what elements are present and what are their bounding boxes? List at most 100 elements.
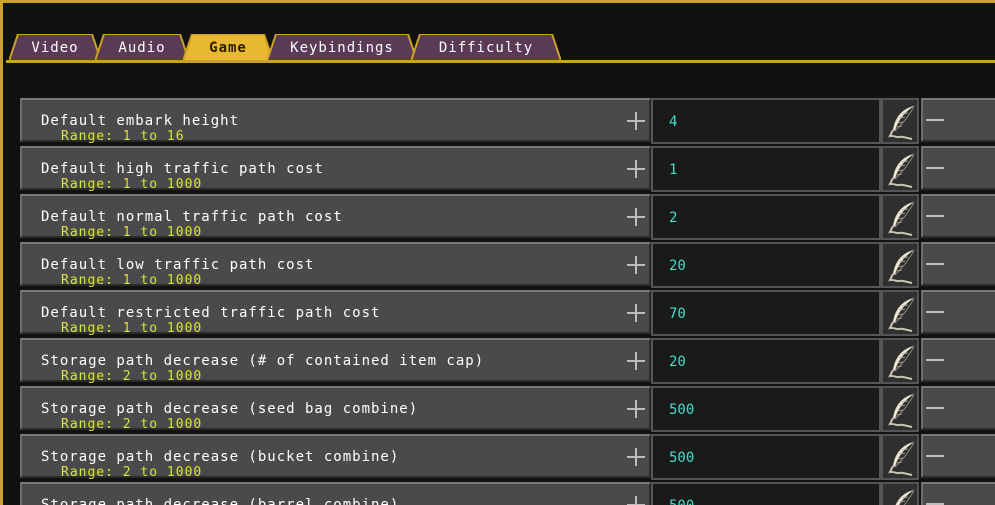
tab-label: Difficulty xyxy=(438,40,534,56)
setting-name: Storage path decrease (barrel combine) xyxy=(41,497,400,505)
setting-value: 70 xyxy=(669,306,686,322)
plus-icon[interactable] xyxy=(625,206,647,228)
plus-icon[interactable] xyxy=(625,254,647,276)
minus-icon[interactable] xyxy=(921,338,995,382)
settings-window: Video Audio Game Keybindings Difficulty xyxy=(0,0,995,505)
setting-value-field[interactable]: 4 xyxy=(651,98,881,144)
setting-value: 20 xyxy=(669,354,686,370)
edit-button[interactable] xyxy=(881,146,919,192)
setting-row: Default high traffic path cost Range: 1 … xyxy=(20,146,995,192)
setting-row: Storage path decrease (# of contained it… xyxy=(20,338,995,384)
setting-label-panel: Default normal traffic path cost Range: … xyxy=(20,194,651,240)
tab-label: Audio xyxy=(118,40,166,56)
setting-row: Storage path decrease (seed bag combine)… xyxy=(20,386,995,432)
setting-value-field[interactable]: 70 xyxy=(651,290,881,336)
setting-value: 2 xyxy=(669,210,678,226)
minus-icon[interactable] xyxy=(921,242,995,286)
setting-range: Range: 2 to 1000 xyxy=(61,369,203,384)
setting-value-field[interactable]: 20 xyxy=(651,242,881,288)
tab-keybindings[interactable]: Keybindings xyxy=(267,34,417,61)
setting-range: Range: 2 to 1000 xyxy=(61,465,203,480)
plus-icon[interactable] xyxy=(625,446,647,468)
setting-label-panel: Storage path decrease (bucket combine) R… xyxy=(20,434,651,480)
plus-icon[interactable] xyxy=(625,302,647,324)
setting-value-field[interactable]: 500 xyxy=(651,482,881,505)
plus-icon[interactable] xyxy=(625,110,647,132)
setting-label-panel: Default low traffic path cost Range: 1 t… xyxy=(20,242,651,288)
setting-range: Range: 1 to 1000 xyxy=(61,177,203,192)
plus-icon[interactable] xyxy=(625,398,647,420)
edit-button[interactable] xyxy=(881,98,919,144)
setting-label-panel: Default embark height Range: 1 to 16 xyxy=(20,98,651,144)
setting-name: Default high traffic path cost xyxy=(41,161,324,177)
setting-name: Storage path decrease (bucket combine) xyxy=(41,449,400,465)
tab-bar: Video Audio Game Keybindings Difficulty xyxy=(9,34,989,61)
tab-label: Game xyxy=(209,40,247,56)
setting-value-field[interactable]: 2 xyxy=(651,194,881,240)
setting-value: 500 xyxy=(669,450,695,466)
quill-icon xyxy=(888,201,915,236)
setting-row: Default restricted traffic path cost Ran… xyxy=(20,290,995,336)
setting-range: Range: 1 to 1000 xyxy=(61,225,203,240)
tab-video[interactable]: Video xyxy=(9,34,101,61)
setting-row: Default normal traffic path cost Range: … xyxy=(20,194,995,240)
setting-label-panel: Storage path decrease (# of contained it… xyxy=(20,338,651,384)
minus-icon[interactable] xyxy=(921,98,995,142)
setting-name: Default normal traffic path cost xyxy=(41,209,343,225)
quill-icon xyxy=(888,345,915,380)
setting-label-panel: Storage path decrease (seed bag combine)… xyxy=(20,386,651,432)
setting-row: Storage path decrease (bucket combine) R… xyxy=(20,434,995,480)
tab-bar-divider xyxy=(6,60,995,63)
setting-value-field[interactable]: 500 xyxy=(651,386,881,432)
setting-row: Default low traffic path cost Range: 1 t… xyxy=(20,242,995,288)
setting-value-field[interactable]: 20 xyxy=(651,338,881,384)
minus-icon[interactable] xyxy=(921,290,995,334)
tab-label: Video xyxy=(31,40,79,56)
minus-icon[interactable] xyxy=(921,386,995,430)
tab-audio[interactable]: Audio xyxy=(95,34,189,61)
quill-icon xyxy=(888,441,915,476)
edit-button[interactable] xyxy=(881,290,919,336)
plus-icon[interactable] xyxy=(625,158,647,180)
setting-label-panel: Storage path decrease (barrel combine) xyxy=(20,482,651,505)
quill-icon xyxy=(888,153,915,188)
setting-name: Default restricted traffic path cost xyxy=(41,305,381,321)
setting-label-panel: Default restricted traffic path cost Ran… xyxy=(20,290,651,336)
setting-row: Default embark height Range: 1 to 16 4 xyxy=(20,98,995,144)
tab-difficulty[interactable]: Difficulty xyxy=(411,34,561,61)
edit-button[interactable] xyxy=(881,242,919,288)
setting-row: Storage path decrease (barrel combine) 5… xyxy=(20,482,995,505)
quill-icon xyxy=(888,105,915,140)
plus-icon[interactable] xyxy=(625,350,647,372)
setting-range: Range: 1 to 1000 xyxy=(61,273,203,288)
setting-range: Range: 1 to 16 xyxy=(61,129,185,144)
quill-icon xyxy=(888,297,915,332)
edit-button[interactable] xyxy=(881,434,919,480)
setting-value: 500 xyxy=(669,498,694,505)
setting-value-field[interactable]: 500 xyxy=(651,434,881,480)
setting-name: Storage path decrease (# of contained it… xyxy=(41,353,485,369)
quill-icon xyxy=(895,489,915,505)
edit-button[interactable] xyxy=(881,386,919,432)
minus-icon[interactable] xyxy=(921,434,995,478)
quill-icon xyxy=(888,249,915,284)
tab-label: Keybindings xyxy=(290,40,394,56)
setting-name: Default embark height xyxy=(41,113,240,129)
setting-label-panel: Default high traffic path cost Range: 1 … xyxy=(20,146,651,192)
setting-value: 20 xyxy=(669,258,686,274)
minus-icon[interactable] xyxy=(921,146,995,190)
setting-name: Storage path decrease (seed bag combine) xyxy=(41,401,419,417)
setting-value: 1 xyxy=(669,162,678,178)
plus-icon[interactable] xyxy=(625,494,647,505)
setting-value: 500 xyxy=(669,402,695,418)
setting-value-field[interactable]: 1 xyxy=(651,146,881,192)
edit-button[interactable] xyxy=(881,194,919,240)
tab-game[interactable]: Game xyxy=(183,34,273,61)
setting-value: 4 xyxy=(669,114,678,130)
setting-name: Default low traffic path cost xyxy=(41,257,315,273)
edit-button[interactable] xyxy=(881,482,919,505)
setting-range: Range: 1 to 1000 xyxy=(61,321,203,336)
edit-button[interactable] xyxy=(881,338,919,384)
minus-icon[interactable] xyxy=(921,194,995,238)
minus-icon[interactable] xyxy=(921,482,995,505)
